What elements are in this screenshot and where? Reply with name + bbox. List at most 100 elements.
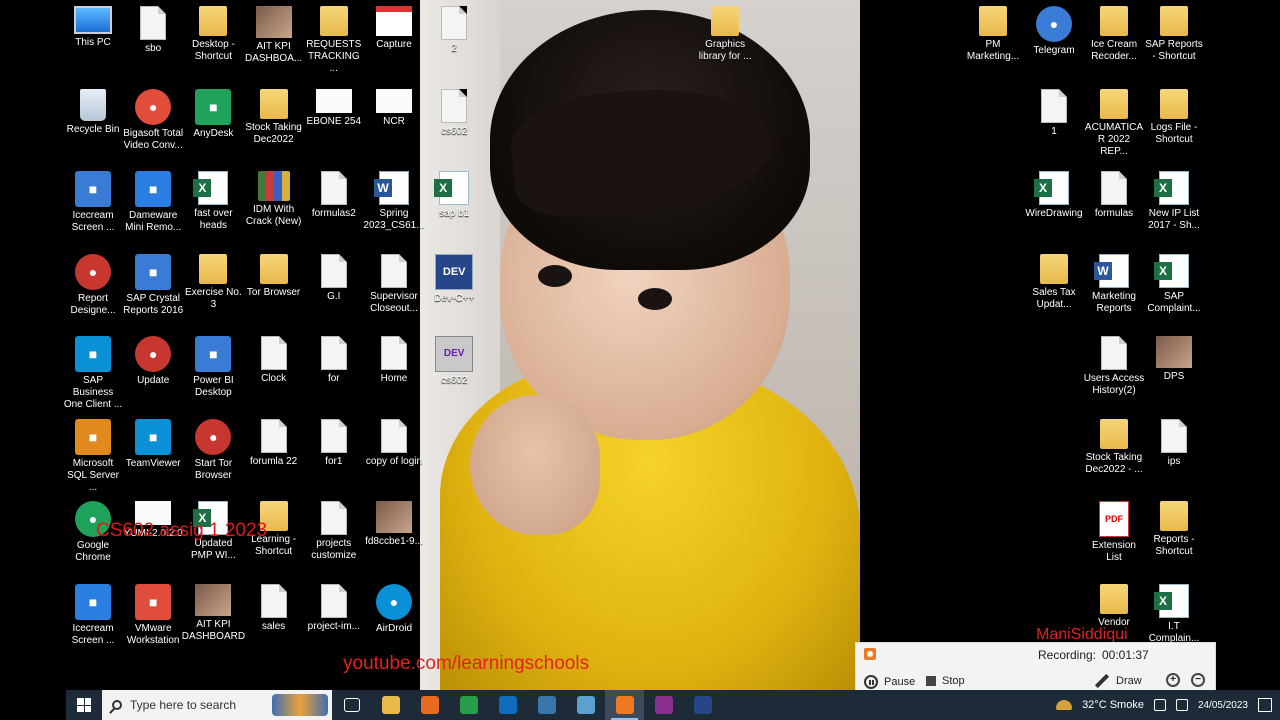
- desktop-icon[interactable]: WireDrawing: [1023, 165, 1085, 220]
- desktop-icon[interactable]: PM Marketing...: [962, 0, 1024, 63]
- desktop-icon[interactable]: Reports - Shortcut: [1143, 495, 1205, 558]
- taskbar-date[interactable]: 24/05/2023: [1198, 700, 1248, 711]
- desktop-icon[interactable]: forumla 22: [243, 413, 305, 468]
- pause-label: Pause: [884, 676, 916, 688]
- desktop-icon[interactable]: 1: [1023, 83, 1085, 138]
- desktop-icon[interactable]: ips: [1143, 413, 1205, 468]
- desktop-icon[interactable]: Stock Taking Dec2022 - ...: [1083, 413, 1145, 476]
- desktop-icon[interactable]: ■ VMware Workstation: [122, 578, 184, 647]
- taskbar-app-file-explorer[interactable]: [371, 690, 410, 720]
- desktop-icon[interactable]: for: [303, 330, 365, 385]
- desktop-icon[interactable]: ● Update: [122, 330, 184, 387]
- desktop-icon[interactable]: I.T Complain...: [1143, 578, 1205, 645]
- taskbar-app-python[interactable]: [527, 690, 566, 720]
- desktop-icon[interactable]: ● AirDroid: [363, 578, 425, 635]
- desktop-icon[interactable]: Sales Tax Updat...: [1023, 248, 1085, 311]
- desktop-icon[interactable]: NCR: [363, 83, 425, 128]
- desktop-icon[interactable]: ■ AnyDesk: [182, 83, 244, 140]
- taskbar-app-icecream[interactable]: [605, 690, 644, 720]
- desktop-icon[interactable]: ■ Power BI Desktop: [182, 330, 244, 399]
- taskbar-search-box[interactable]: Type here to search: [102, 690, 332, 720]
- desktop-icon[interactable]: ● Telegram: [1023, 0, 1085, 57]
- desktop-icon[interactable]: Marketing Reports: [1083, 248, 1145, 315]
- desktop-icon[interactable]: ■ SAP Crystal Reports 2016: [122, 248, 184, 317]
- desktop-icon[interactable]: ■ Icecream Screen ...: [62, 165, 124, 234]
- taskbar-app-winrar[interactable]: [644, 690, 683, 720]
- desktop-icon[interactable]: Vendor: [1083, 578, 1145, 629]
- desktop-icon[interactable]: sales: [243, 578, 305, 633]
- desktop-icon[interactable]: ● Report Designe...: [62, 248, 124, 317]
- desktop-icon[interactable]: Supervisor Closeout...: [363, 248, 425, 315]
- desktop-icon[interactable]: ■ Icecream Screen ...: [62, 578, 124, 647]
- desktop-icon[interactable]: formulas2: [303, 165, 365, 220]
- start-button[interactable]: [66, 690, 102, 720]
- desktop-icon[interactable]: DEV Dev-C++: [423, 248, 485, 305]
- desktop-icon[interactable]: AIT KPI DASHBOARD: [182, 578, 245, 643]
- desktop-icon[interactable]: project-im...: [303, 578, 365, 633]
- weather-text[interactable]: 32°C Smoke: [1082, 699, 1144, 711]
- desktop-icon[interactable]: SAP Complaint...: [1143, 248, 1205, 315]
- desktop-icon[interactable]: Home: [363, 330, 425, 385]
- desktop-icon[interactable]: sap b1: [423, 165, 485, 220]
- volume-icon[interactable]: [1175, 699, 1188, 711]
- taskbar-app-dev-cpp[interactable]: [683, 690, 722, 720]
- desktop-icon[interactable]: Recycle Bin: [62, 83, 124, 136]
- desktop-icon[interactable]: Stock Taking Dec2022: [243, 83, 305, 146]
- notification-icon[interactable]: [1258, 698, 1272, 712]
- desktop-icon[interactable]: PDF Extension List: [1083, 495, 1145, 564]
- desktop-icon[interactable]: cs602: [423, 83, 485, 138]
- desktop-icon[interactable]: ■ SAP Business One Client ...: [62, 330, 124, 411]
- desktop-icon[interactable]: Desktop - Shortcut: [182, 0, 244, 63]
- draw-button[interactable]: Draw: [1094, 673, 1142, 689]
- pdf-icon: PDF: [1099, 501, 1129, 537]
- taskbar-app-chrome[interactable]: [449, 690, 488, 720]
- desktop-icon[interactable]: DEV cs602: [423, 330, 485, 387]
- desktop-icon[interactable]: Logs File - Shortcut: [1143, 83, 1205, 146]
- white-icon: [315, 88, 352, 113]
- desktop-icon[interactable]: sbo: [122, 0, 184, 55]
- desktop-icon[interactable]: EBONE 254: [303, 83, 365, 128]
- zoom-out-icon[interactable]: −: [1191, 673, 1205, 687]
- desktop-icon[interactable]: AIT KPI DASHBOA...: [243, 0, 305, 65]
- desktop-icon[interactable]: ACUMATICA R 2022 REP...: [1083, 83, 1145, 158]
- desktop-icon[interactable]: SAP Reports - Shortcut: [1143, 0, 1205, 63]
- taskbar-app-notepad[interactable]: [566, 690, 605, 720]
- desktop-icon[interactable]: formulas: [1083, 165, 1145, 220]
- desktop-icon[interactable]: Users Access History(2): [1083, 330, 1145, 397]
- desktop-icon[interactable]: Tor Browser: [243, 248, 305, 299]
- desktop-icon[interactable]: New IP List 2017 - Sh...: [1143, 165, 1205, 232]
- zoom-in-icon[interactable]: +: [1166, 673, 1180, 687]
- desktop-icon[interactable]: fd8ccbe1-9...: [363, 495, 425, 548]
- desktop-icon-label: VMware Workstation: [126, 622, 180, 646]
- desktop-icon[interactable]: Exercise No. 3: [182, 248, 244, 311]
- taskbar-app-outlook[interactable]: [488, 690, 527, 720]
- desktop-icon[interactable]: Capture: [363, 0, 425, 51]
- desktop-icon[interactable]: This PC: [62, 0, 124, 49]
- desktop-icon[interactable]: ● Bigasoft Total Video Conv...: [122, 83, 184, 152]
- desktop-icon[interactable]: Spring 2023_CS61...: [363, 165, 425, 232]
- desktop-icon[interactable]: copy of login: [363, 413, 425, 468]
- desktop-icon[interactable]: ■ Microsoft SQL Server ...: [62, 413, 124, 494]
- desktop-icon[interactable]: 2: [423, 0, 485, 55]
- desktop-icon[interactable]: Ice Cream Recoder...: [1083, 0, 1145, 63]
- desktop-icon[interactable]: Clock: [243, 330, 305, 385]
- desktop-icon-label: TeamViewer: [125, 457, 181, 469]
- network-icon[interactable]: [1153, 699, 1166, 711]
- desktop-icon[interactable]: ● Start Tor Browser: [182, 413, 244, 482]
- desktop-icon[interactable]: G.I: [303, 248, 365, 303]
- desktop-icon[interactable]: for1: [303, 413, 365, 468]
- excel-icon: [1154, 171, 1189, 205]
- pause-button[interactable]: Pause: [864, 675, 915, 689]
- desktop-icon[interactable]: ■ Dameware Mini Remo...: [122, 165, 184, 234]
- taskbar-app-firefox[interactable]: [410, 690, 449, 720]
- desktop-icon[interactable]: DPS: [1143, 330, 1205, 383]
- stop-button[interactable]: Stop: [926, 675, 965, 687]
- desktop-icon[interactable]: IDM With Crack (New): [243, 165, 305, 228]
- desktop-icon[interactable]: ■ TeamViewer: [122, 413, 184, 470]
- taskbar-app-task-view[interactable]: [332, 690, 371, 720]
- desktop-icon[interactable]: projects customize: [303, 495, 365, 562]
- desktop-icon[interactable]: fast over heads: [182, 165, 244, 232]
- desktop-icon[interactable]: Graphics library for ...: [694, 0, 756, 63]
- desktop-icon[interactable]: REQUESTS TRACKING ...: [303, 0, 365, 75]
- weather-icon[interactable]: [1056, 700, 1073, 710]
